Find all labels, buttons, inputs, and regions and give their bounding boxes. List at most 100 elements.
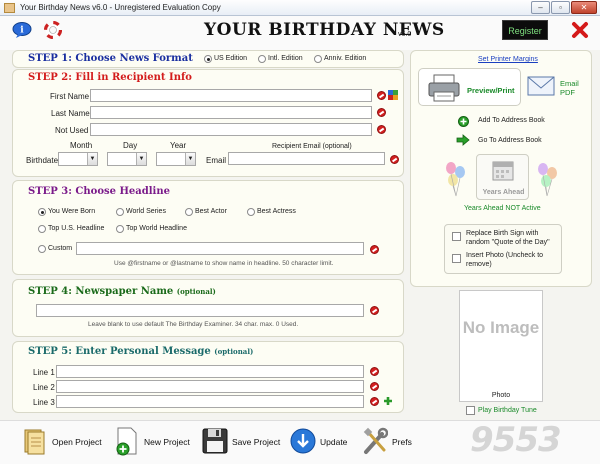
step4-title: STEP 4: Newspaper Name (optional)	[28, 286, 216, 297]
arrow-right-icon[interactable]	[456, 134, 470, 146]
no-image-placeholder: No Image	[462, 318, 540, 337]
preview-print-button[interactable]: Preview/Print	[418, 68, 521, 106]
clear-last-name-icon[interactable]	[377, 108, 386, 117]
radio-intl-edition[interactable]	[258, 55, 266, 63]
save-project-button[interactable]: Save Project	[202, 424, 282, 460]
name-swap-icon[interactable]	[388, 90, 398, 100]
step1-title: STEP 1: Choose News Format	[28, 53, 193, 64]
clear-line1-icon[interactable]	[370, 367, 379, 376]
best-actor-label: Best Actor	[195, 208, 227, 215]
step5-title-text: STEP 5: Enter Personal Message	[28, 346, 211, 357]
radio-anniv-edition[interactable]	[314, 55, 322, 63]
month-select[interactable]: ▼	[58, 152, 98, 166]
update-button[interactable]: Update	[290, 424, 360, 460]
replace-birth-sign-checkbox[interactable]	[452, 232, 461, 241]
years-ahead-label: Years Ahead	[482, 189, 525, 196]
newspaper-name-input[interactable]	[36, 304, 364, 317]
radio-top-us-headline[interactable]	[38, 225, 46, 233]
clear-email-icon[interactable]	[390, 155, 399, 164]
world-series-label: World Series	[126, 208, 166, 215]
message-line1-input[interactable]	[56, 365, 364, 378]
new-project-label: New Project	[144, 437, 190, 447]
open-project-icon	[24, 429, 45, 455]
radio-world-series[interactable]	[116, 208, 124, 216]
prefs-button[interactable]: Prefs	[362, 424, 422, 460]
close-button[interactable]: ✕	[571, 1, 597, 14]
last-name-label: Last Name	[51, 109, 90, 118]
set-printer-margins-link[interactable]: Set Printer Margins	[478, 56, 538, 63]
top-world-headline-label: Top World Headline	[126, 225, 187, 232]
calendar-icon	[492, 161, 514, 181]
step3-title: STEP 3: Choose Headline	[28, 186, 170, 197]
clear-newspaper-name-icon[interactable]	[370, 306, 379, 315]
radio-custom[interactable]	[38, 245, 46, 253]
line2-label: Line 2	[33, 383, 55, 392]
years-ahead-button[interactable]: Years Ahead	[476, 154, 529, 200]
clear-custom-headline-icon[interactable]	[370, 245, 379, 254]
update-label: Update	[320, 437, 348, 447]
clear-not-used-icon[interactable]	[377, 125, 386, 134]
insert-photo-checkbox[interactable]	[452, 254, 461, 263]
minimize-button[interactable]: –	[531, 1, 550, 14]
best-actress-label: Best Actress	[257, 208, 296, 215]
chevron-down-icon: ▼	[136, 153, 146, 165]
radio-us-edition[interactable]	[204, 55, 212, 63]
radio-top-world-headline[interactable]	[116, 225, 124, 233]
years-ahead-status: Years Ahead NOT Active	[464, 205, 541, 212]
open-project-button[interactable]: Open Project	[22, 424, 102, 460]
month-label: Month	[70, 141, 93, 150]
step4-title-text: STEP 4: Newspaper Name	[28, 286, 174, 297]
clear-line3-icon[interactable]	[370, 397, 379, 406]
not-used-label: Not Used	[55, 126, 89, 135]
photo-frame[interactable]: No Image Photo	[459, 290, 543, 402]
last-name-input[interactable]	[90, 106, 372, 119]
version-label: v6.0	[398, 31, 412, 38]
first-name-input[interactable]	[90, 89, 372, 102]
printer-icon	[428, 74, 460, 102]
plus-circle-icon[interactable]	[458, 116, 469, 127]
email-input[interactable]	[228, 152, 385, 165]
line3-label: Line 3	[33, 398, 55, 407]
play-birthday-tune-checkbox[interactable]	[466, 406, 475, 415]
message-line2-input[interactable]	[56, 380, 364, 393]
day-select[interactable]: ▼	[107, 152, 147, 166]
info-icon[interactable]: i	[12, 22, 32, 39]
step2-title: STEP 2: Fill in Recipient Info	[28, 72, 192, 83]
add-to-address-book-button[interactable]: Add To Address Book	[478, 117, 545, 124]
year-label: Year	[170, 141, 187, 150]
maximize-button[interactable]: ▫	[551, 1, 570, 14]
exit-x-icon[interactable]	[571, 21, 589, 39]
custom-headline-input[interactable]	[76, 242, 364, 255]
intl-edition-label: Intl. Edition	[268, 55, 303, 62]
register-button[interactable]: Register	[502, 20, 548, 40]
prefs-label: Prefs	[392, 437, 412, 447]
radio-best-actress[interactable]	[247, 208, 255, 216]
go-to-address-book-button[interactable]: Go To Address Book	[478, 137, 542, 144]
line1-label: Line 1	[33, 368, 55, 377]
radio-best-actor[interactable]	[185, 208, 193, 216]
title-bar: Your Birthday News v6.0 - Unregistered E…	[0, 0, 600, 16]
watermark: 9553	[470, 420, 562, 460]
email-pdf-button[interactable]: Email PDF	[560, 79, 586, 97]
balloons-left-icon	[442, 158, 470, 198]
year-select[interactable]: ▼	[156, 152, 196, 166]
clear-first-name-icon[interactable]	[377, 91, 386, 100]
birthdate-label: Birthdate	[26, 156, 59, 165]
email-label: Email	[206, 156, 227, 165]
radio-you-were-born[interactable]	[38, 208, 46, 216]
envelope-icon[interactable]	[527, 76, 555, 96]
message-line3-input[interactable]	[56, 395, 364, 408]
play-birthday-tune-label: Play Birthday Tune	[478, 407, 537, 414]
add-line-plus-icon[interactable]	[383, 396, 393, 406]
day-label: Day	[123, 141, 138, 150]
first-name-label: First Name	[50, 92, 90, 101]
newspaper-name-hint: Leave blank to use default The Birthday …	[88, 321, 299, 328]
replace-birth-sign-label: Replace Birth Sign with random "Quote of…	[466, 230, 550, 246]
clear-line2-icon[interactable]	[370, 382, 379, 391]
not-used-input[interactable]	[90, 123, 372, 136]
floppy-disk-icon	[202, 428, 228, 454]
top-us-headline-label: Top U.S. Headline	[48, 225, 105, 232]
window-title: Your Birthday News v6.0 - Unregistered E…	[20, 3, 221, 12]
help-lifebuoy-icon[interactable]	[43, 20, 63, 40]
new-project-button[interactable]: New Project	[114, 424, 194, 460]
